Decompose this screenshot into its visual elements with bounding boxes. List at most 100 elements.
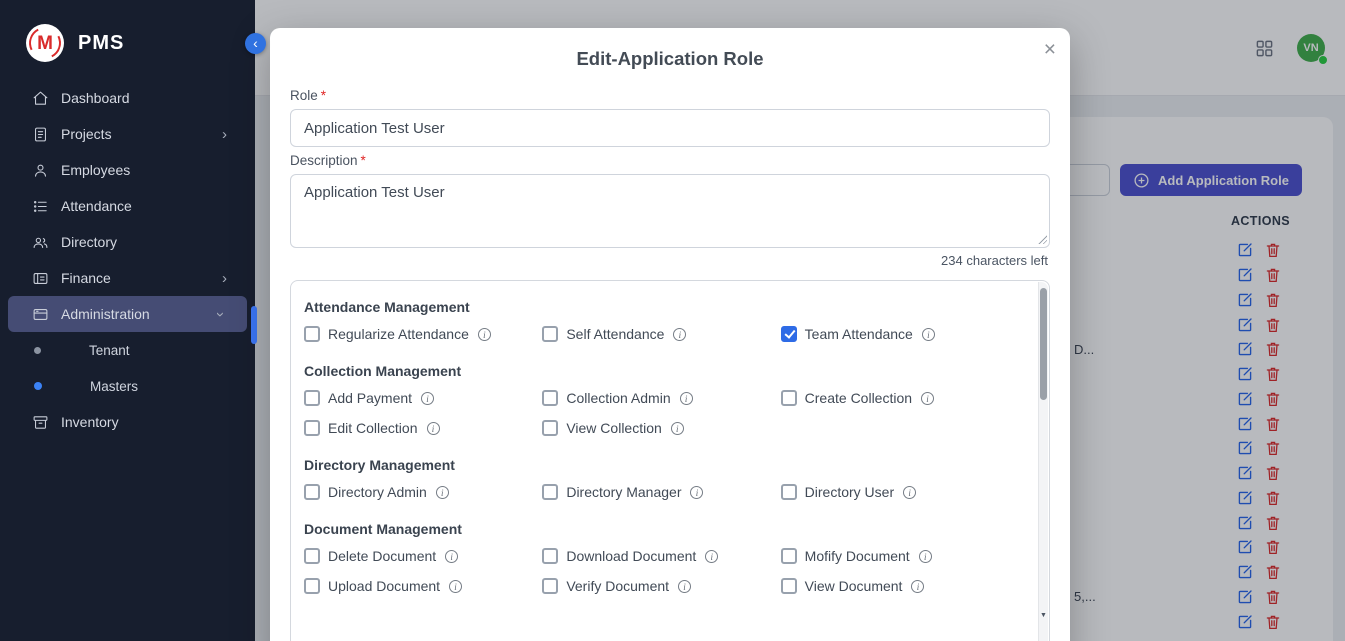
modal-body: Role* Description* Application Test User…	[270, 70, 1070, 641]
scrollbar-thumb[interactable]	[1040, 288, 1047, 400]
permission-option[interactable]: Edit Collection	[304, 413, 542, 443]
permission-option[interactable]: View Collection	[542, 413, 780, 443]
sidebar-item-directory[interactable]: Directory	[0, 224, 255, 260]
permission-option[interactable]: Directory Manager	[542, 477, 780, 507]
permission-option[interactable]: Directory User	[781, 477, 1019, 507]
finance-icon	[32, 270, 49, 287]
administration-icon	[32, 306, 49, 323]
permission-option-label: View Collection	[566, 420, 661, 436]
sidebar: M PMS Dashboard Projects › Employees Att…	[0, 0, 255, 641]
sidebar-collapse-button[interactable]: ‹	[245, 33, 266, 54]
info-icon	[427, 422, 440, 435]
checkbox[interactable]	[304, 484, 320, 500]
info-icon	[678, 580, 691, 593]
info-icon	[445, 550, 458, 563]
scrollbar[interactable]: ▼	[1038, 282, 1048, 641]
home-icon	[32, 90, 49, 107]
checkbox[interactable]	[781, 326, 797, 342]
checkbox[interactable]	[781, 484, 797, 500]
permission-options-grid: Add Payment Collection Admin Create Coll…	[304, 383, 1019, 443]
permission-option-label: Delete Document	[328, 548, 436, 564]
app-title: PMS	[78, 32, 124, 55]
info-icon	[436, 486, 449, 499]
info-icon	[673, 328, 686, 341]
permission-option-label: Directory Manager	[566, 484, 681, 500]
sidebar-item-attendance[interactable]: Attendance	[0, 188, 255, 224]
people-icon	[32, 234, 49, 251]
sidebar-item-projects[interactable]: Projects ›	[0, 116, 255, 152]
permission-option[interactable]: Upload Document	[304, 571, 542, 601]
active-bullet-icon	[34, 382, 42, 390]
sidebar-item-employees[interactable]: Employees	[0, 152, 255, 188]
role-label: Role*	[290, 88, 1050, 103]
permission-option[interactable]: View Document	[781, 571, 1019, 601]
checkbox[interactable]	[304, 420, 320, 436]
checkbox[interactable]	[542, 484, 558, 500]
sidebar-item-inventory[interactable]: Inventory	[0, 404, 255, 440]
sidebar-item-masters[interactable]: Masters	[0, 368, 255, 404]
checkbox[interactable]	[542, 420, 558, 436]
permission-options-grid: Delete Document Download Document Mofify…	[304, 541, 1019, 601]
permission-option[interactable]: Add Payment	[304, 383, 542, 413]
permission-option[interactable]: Create Collection	[781, 383, 1019, 413]
role-input[interactable]	[290, 109, 1050, 147]
projects-icon	[32, 126, 49, 143]
checkbox[interactable]	[542, 578, 558, 594]
close-icon[interactable]: ×	[1044, 38, 1056, 62]
checkbox[interactable]	[781, 390, 797, 406]
permission-group-heading: Attendance Management	[304, 299, 1019, 315]
checkbox[interactable]	[542, 390, 558, 406]
chevron-right-icon: ›	[222, 127, 227, 142]
permission-group-heading: Collection Management	[304, 363, 1019, 379]
description-textarea[interactable]: Application Test User	[290, 174, 1050, 248]
sidebar-item-tenant[interactable]: Tenant	[0, 332, 255, 368]
person-icon	[32, 162, 49, 179]
checkbox[interactable]	[304, 578, 320, 594]
description-label: Description*	[290, 153, 1050, 168]
permission-option[interactable]: Self Attendance	[542, 319, 780, 349]
chevron-down-icon: ›	[213, 312, 228, 317]
checkbox[interactable]	[781, 548, 797, 564]
info-icon	[680, 392, 693, 405]
app-logo: M PMS	[0, 0, 255, 80]
bullet-icon	[34, 347, 41, 354]
info-icon	[922, 328, 935, 341]
permission-option-label: Add Payment	[328, 390, 412, 406]
permission-option[interactable]: Directory Admin	[304, 477, 542, 507]
chevron-right-icon: ›	[222, 271, 227, 286]
checkbox[interactable]	[304, 548, 320, 564]
sidebar-item-label: Dashboard	[61, 90, 130, 106]
sidebar-item-label: Projects	[61, 126, 112, 142]
permission-option[interactable]: Team Attendance	[781, 319, 1019, 349]
permission-option-label: Edit Collection	[328, 420, 418, 436]
required-asterisk: *	[361, 153, 366, 168]
checkbox[interactable]	[542, 326, 558, 342]
permission-option[interactable]: Download Document	[542, 541, 780, 571]
checkbox[interactable]	[781, 578, 797, 594]
permission-option-label: View Document	[805, 578, 903, 594]
permission-option-label: Mofify Document	[805, 548, 910, 564]
permission-options-grid: Regularize Attendance Self Attendance Te…	[304, 319, 1019, 349]
checkbox[interactable]	[304, 390, 320, 406]
sidebar-item-dashboard[interactable]: Dashboard	[0, 80, 255, 116]
permission-option-label: Directory User	[805, 484, 894, 500]
checkbox[interactable]	[542, 548, 558, 564]
permission-option-label: Directory Admin	[328, 484, 427, 500]
permission-group: Attendance Management Regularize Attenda…	[304, 299, 1019, 349]
sidebar-item-finance[interactable]: Finance ›	[0, 260, 255, 296]
permission-group: Document Management Delete Document Down…	[304, 521, 1019, 601]
scroll-down-arrow-icon[interactable]: ▼	[1039, 612, 1048, 619]
permission-option[interactable]: Regularize Attendance	[304, 319, 542, 349]
sidebar-item-administration[interactable]: Administration ›	[8, 296, 247, 332]
active-nav-indicator	[251, 306, 257, 344]
permission-option[interactable]: Collection Admin	[542, 383, 780, 413]
permission-option[interactable]: Verify Document	[542, 571, 780, 601]
sidebar-item-label: Attendance	[61, 198, 132, 214]
sidebar-nav: Dashboard Projects › Employees Attendanc…	[0, 80, 255, 440]
info-icon	[911, 580, 924, 593]
permission-option[interactable]: Mofify Document	[781, 541, 1019, 571]
permission-option[interactable]: Delete Document	[304, 541, 542, 571]
checkbox[interactable]	[304, 326, 320, 342]
modal-title: Edit-Application Role	[270, 48, 1070, 70]
info-icon	[478, 328, 491, 341]
